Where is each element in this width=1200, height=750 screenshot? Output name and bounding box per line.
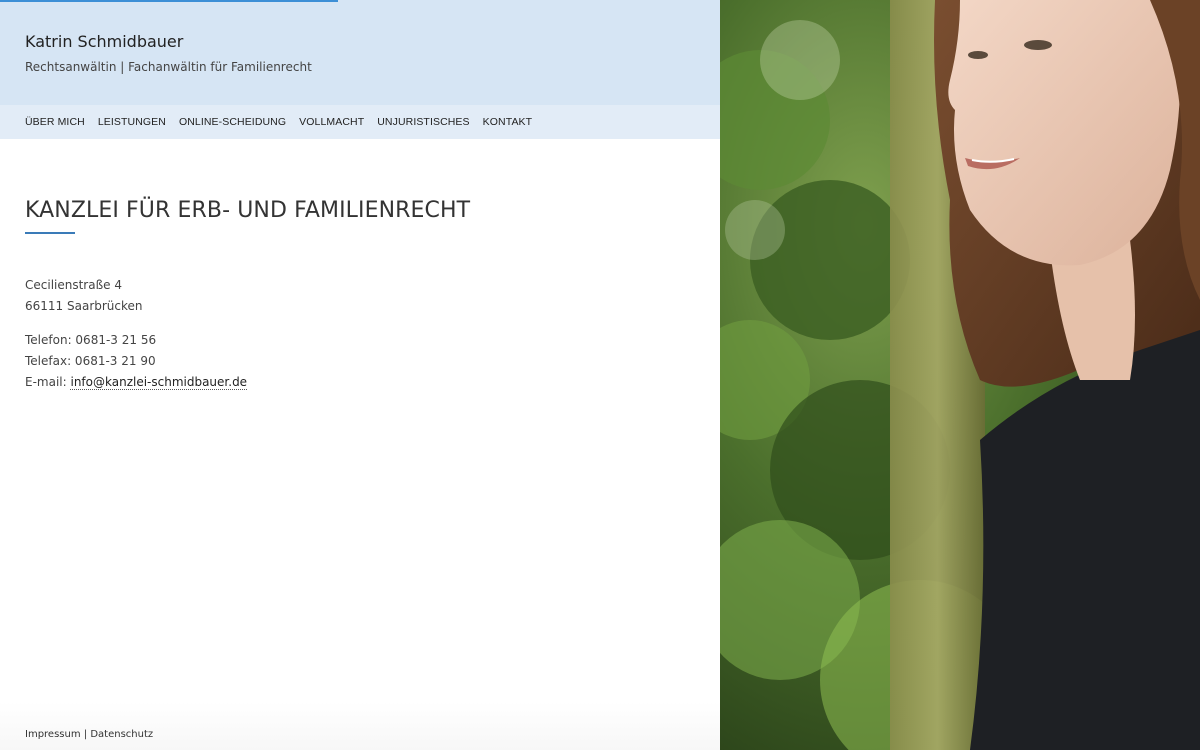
email-label: E-mail: bbox=[25, 375, 71, 389]
footer bbox=[0, 702, 720, 750]
page-title: KANZLEI FÜR ERB- UND FAMILIENRECHT bbox=[25, 198, 471, 223]
title-underline bbox=[25, 232, 75, 234]
site-title[interactable]: Katrin Schmidbauer bbox=[25, 32, 183, 51]
email-line: E-mail: info@kanzlei-schmidbauer.de bbox=[25, 375, 248, 390]
nav-item-online-scheidung[interactable]: ONLINE-SCHEIDUNG bbox=[179, 116, 286, 128]
portrait-photo bbox=[720, 0, 1200, 750]
fax-number: Telefax: 0681-3 21 90 bbox=[25, 354, 156, 368]
phone-number: Telefon: 0681-3 21 56 bbox=[25, 333, 157, 347]
main-navigation: ÜBER MICH LEISTUNGEN ONLINE-SCHEIDUNG VO… bbox=[0, 105, 720, 139]
footer-separator: | bbox=[83, 729, 88, 740]
nav-item-ueber-mich[interactable]: ÜBER MICH bbox=[25, 116, 85, 128]
content-column: Katrin Schmidbauer Rechtsanwältin | Fach… bbox=[0, 0, 720, 750]
datenschutz-link[interactable]: Datenschutz bbox=[90, 729, 153, 740]
page-progress-bar bbox=[0, 0, 338, 2]
site-header: Katrin Schmidbauer Rechtsanwältin | Fach… bbox=[0, 0, 720, 105]
site-subtitle: Rechtsanwältin | Fachanwältin für Famili… bbox=[25, 60, 312, 74]
email-link[interactable]: info@kanzlei-schmidbauer.de bbox=[70, 375, 248, 390]
impressum-link[interactable]: Impressum bbox=[25, 729, 81, 740]
footer-links: Impressum | Datenschutz bbox=[25, 729, 153, 740]
nav-item-leistungen[interactable]: LEISTUNGEN bbox=[98, 116, 166, 128]
address-city: 66111 Saarbrücken bbox=[25, 299, 143, 313]
nav-item-vollmacht[interactable]: VOLLMACHT bbox=[299, 116, 364, 128]
nav-item-unjuristisches[interactable]: UNJURISTISCHES bbox=[377, 116, 469, 128]
nav-item-kontakt[interactable]: KONTAKT bbox=[483, 116, 533, 128]
address-street: Cecilienstraße 4 bbox=[25, 278, 122, 292]
